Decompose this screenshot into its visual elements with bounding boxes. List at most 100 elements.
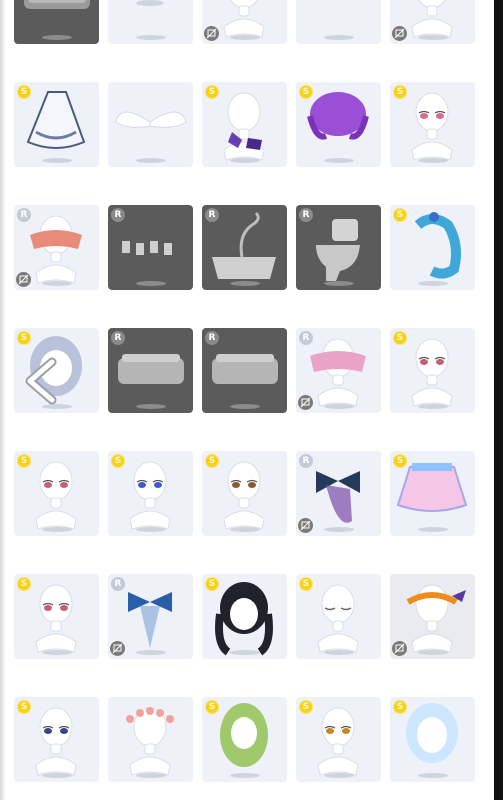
panel-edge	[0, 0, 6, 800]
item-tile[interactable]: R	[296, 328, 381, 413]
rarity-s-badge: S	[205, 577, 219, 591]
no-preview-icon	[110, 641, 125, 656]
item-tile[interactable]: R	[296, 205, 381, 290]
item-base-shadow	[324, 404, 354, 409]
item-tile[interactable]: R	[202, 205, 287, 290]
rarity-s-badge: S	[111, 454, 125, 468]
item-base-shadow	[324, 773, 354, 778]
item-tile[interactable]	[390, 0, 475, 44]
item-tile[interactable]: S	[390, 697, 475, 782]
item-tile[interactable]: R	[108, 328, 193, 413]
item-base-shadow	[230, 773, 260, 778]
item-tile[interactable]: R	[108, 574, 193, 659]
no-preview-icon	[204, 26, 219, 41]
item-base-shadow	[136, 773, 166, 778]
item-tile[interactable]: S	[390, 205, 475, 290]
item-tile[interactable]	[390, 574, 475, 659]
item-base-shadow	[418, 281, 448, 286]
rarity-r-badge: R	[111, 331, 125, 345]
item-base-shadow	[418, 773, 448, 778]
rarity-s-badge: S	[393, 208, 407, 222]
item-tile[interactable]: S	[108, 451, 193, 536]
item-tile[interactable]	[296, 0, 381, 44]
item-tile[interactable]	[108, 697, 193, 782]
item-base-shadow	[418, 158, 448, 163]
rarity-s-badge: S	[393, 85, 407, 99]
chevron-left-icon[interactable]	[18, 356, 68, 406]
rarity-s-badge: S	[299, 577, 313, 591]
item-base-shadow	[136, 527, 166, 532]
item-base-shadow	[42, 281, 72, 286]
item-base-shadow	[230, 35, 260, 40]
wings-icon	[115, 111, 187, 128]
item-tile[interactable]: R	[202, 328, 287, 413]
rarity-s-badge: S	[17, 331, 31, 345]
item-tile[interactable]	[14, 0, 99, 44]
item-tile[interactable]: S	[390, 82, 475, 167]
rarity-s-badge: S	[17, 85, 31, 99]
item-tile[interactable]: S	[296, 82, 381, 167]
item-tile[interactable]	[108, 82, 193, 167]
item-tile[interactable]: S	[14, 697, 99, 782]
rarity-r-badge: R	[205, 208, 219, 222]
rarity-s-badge: S	[393, 700, 407, 714]
item-tile[interactable]: S	[202, 451, 287, 536]
item-base-shadow	[324, 281, 354, 286]
rarity-r-badge: R	[111, 208, 125, 222]
item-tile[interactable]: R	[108, 205, 193, 290]
item-tile[interactable]: S	[14, 451, 99, 536]
item-base-shadow	[418, 35, 448, 40]
item-base-shadow	[324, 650, 354, 655]
rarity-s-badge: S	[205, 85, 219, 99]
item-base-shadow	[230, 650, 260, 655]
item-base-shadow	[42, 35, 72, 40]
item-base-shadow	[136, 281, 166, 286]
rarity-s-badge: S	[393, 454, 407, 468]
no-preview-icon	[16, 272, 31, 287]
item-tile[interactable]: S	[202, 697, 287, 782]
rarity-s-badge: S	[205, 700, 219, 714]
item-tile[interactable]: R	[14, 205, 99, 290]
rarity-r-badge: R	[17, 208, 31, 222]
item-base-shadow	[230, 281, 260, 286]
item-base-shadow	[136, 158, 166, 163]
rarity-r-badge: R	[299, 208, 313, 222]
item-tile[interactable]: S	[202, 574, 287, 659]
item-tile[interactable]: S	[296, 574, 381, 659]
item-tile[interactable]	[108, 0, 193, 44]
item-base-shadow	[230, 158, 260, 163]
rarity-r-badge: R	[205, 331, 219, 345]
item-base-shadow	[42, 158, 72, 163]
item-base-shadow	[136, 404, 166, 409]
rarity-s-badge: S	[17, 454, 31, 468]
item-base-shadow	[42, 650, 72, 655]
item-tile[interactable]: S	[296, 697, 381, 782]
item-tile[interactable]: S	[14, 82, 99, 167]
item-tile[interactable]: S	[390, 328, 475, 413]
item-base-shadow	[418, 650, 448, 655]
rarity-s-badge: S	[17, 700, 31, 714]
rarity-s-badge: S	[393, 331, 407, 345]
item-tile[interactable]: S	[202, 82, 287, 167]
item-base-shadow	[324, 35, 354, 40]
item-base-shadow	[324, 527, 354, 532]
item-base-shadow	[42, 527, 72, 532]
rarity-r-badge: R	[299, 454, 313, 468]
item-base-shadow	[230, 527, 260, 532]
item-base-shadow	[324, 158, 354, 163]
item-tile[interactable]: S	[14, 574, 99, 659]
item-tile[interactable]: S	[390, 451, 475, 536]
item-tile[interactable]: R	[296, 451, 381, 536]
item-base-shadow	[136, 35, 166, 40]
no-preview-icon	[298, 395, 313, 410]
rarity-r-badge: R	[299, 331, 313, 345]
item-base-shadow	[418, 527, 448, 532]
no-preview-icon	[392, 26, 407, 41]
rarity-s-badge: S	[299, 85, 313, 99]
item-tile[interactable]	[202, 0, 287, 44]
item-base-shadow	[136, 650, 166, 655]
no-preview-icon	[298, 518, 313, 533]
rarity-s-badge: S	[17, 577, 31, 591]
screen-border	[494, 0, 503, 800]
item-base-shadow	[42, 773, 72, 778]
